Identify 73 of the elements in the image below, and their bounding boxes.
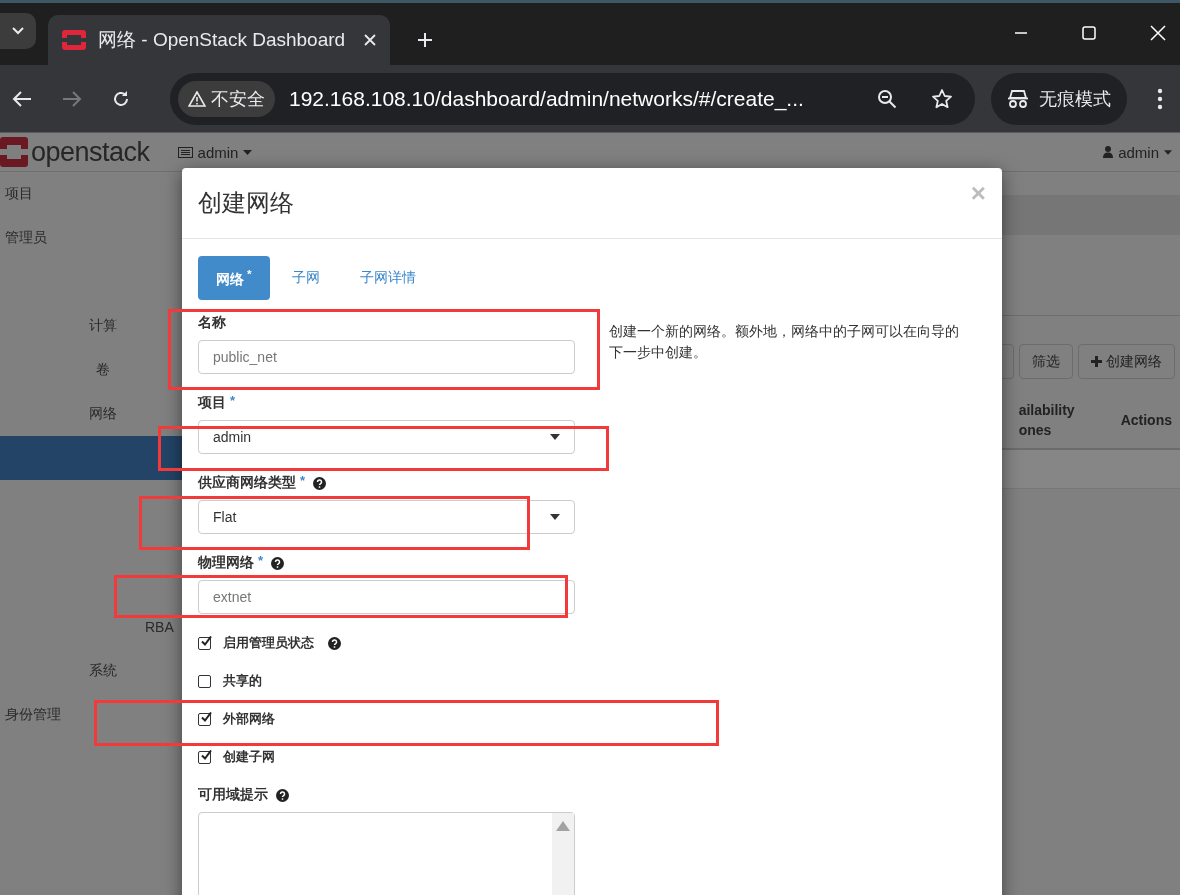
wizard-tab[interactable]: 网络 $^{*}$ [198, 256, 270, 300]
sidebar-item[interactable]: 身份管理 [5, 706, 61, 724]
incognito-icon [1007, 88, 1029, 109]
star-icon[interactable] [931, 87, 953, 110]
wizard-tab[interactable]: 子网 [273, 256, 338, 300]
field-label: 物理网络 [198, 554, 254, 572]
field-label: 供应商网络类型 [198, 474, 296, 492]
scrollbar[interactable] [552, 813, 574, 895]
sidebar-item[interactable]: 卷 [95, 361, 110, 379]
back-icon[interactable] [12, 89, 32, 108]
url-text: 192.168.108.10/dashboard/admin/networks/#/create_... [289, 86, 805, 111]
project-dropdown[interactable]: admin [177, 143, 253, 161]
chevron-down-icon [12, 27, 24, 35]
sidebar-item[interactable]: 项目 [5, 185, 33, 203]
help-icon[interactable] [276, 788, 289, 802]
user-dropdown[interactable]: admin [1103, 143, 1172, 161]
checkbox[interactable] [198, 636, 211, 650]
maximize-icon[interactable] [1082, 26, 1096, 40]
text-field[interactable]: extnet [198, 580, 575, 614]
forward-icon[interactable] [62, 89, 82, 108]
checkbox-label: 外部网络 [223, 710, 275, 728]
field-label: 项目 [198, 394, 226, 412]
sidebar-item[interactable]: 计算 [88, 317, 117, 335]
required-mark: * [230, 393, 236, 408]
list-icon [177, 146, 193, 158]
menu-icon[interactable] [1157, 87, 1163, 110]
profile-button[interactable]: 无痕模式 [991, 72, 1127, 125]
reload-icon[interactable] [112, 89, 130, 108]
text-field[interactable]: public_net [198, 340, 575, 374]
checkbox-label: 创建子网 [223, 748, 275, 766]
tab-list-button[interactable] [0, 13, 36, 49]
wizard-tab[interactable]: 子网详情 [341, 256, 434, 300]
help-icon[interactable] [313, 476, 327, 490]
caret-icon [550, 434, 560, 440]
select-field[interactable]: Flat [198, 500, 575, 534]
checkbox[interactable] [198, 750, 211, 764]
tab-title: 网络 - OpenStack Dashboard [98, 28, 347, 52]
sidebar-item[interactable]: 网络 [88, 405, 117, 423]
close-icon[interactable] [364, 34, 376, 46]
new-tab-icon[interactable] [417, 32, 433, 48]
security-label: 不安全 [211, 87, 265, 111]
address-bar[interactable]: 不安全 192.168.108.10/dashboard/admin/networks/#/create_... [170, 72, 975, 125]
checkbox-label: 共享的 [223, 672, 262, 690]
dialog-title: 创建网络 [198, 188, 294, 218]
plus-icon [1091, 356, 1102, 367]
help-icon[interactable] [271, 556, 285, 570]
column-header[interactable]: Actions [1120, 410, 1172, 430]
column-header[interactable]: ailability ones [1018, 400, 1075, 440]
caret-icon [550, 514, 560, 520]
required-mark: * [258, 553, 264, 568]
filter-button[interactable]: 筛选 [1019, 344, 1073, 379]
caret-icon [1164, 149, 1172, 155]
browser-tab[interactable]: 网络 - OpenStack Dashboard [48, 15, 390, 65]
openstack-icon [62, 30, 86, 50]
sidebar-item[interactable]: 系统 [88, 662, 117, 680]
checkbox[interactable] [198, 712, 211, 726]
field-label: 名称 [198, 314, 226, 332]
help-text: 创建一个新的网络。额外地，网络中的子网可以在向导的下一步中创建。 [609, 322, 960, 362]
checkbox[interactable] [198, 674, 211, 688]
logo-text: openstack [31, 136, 150, 168]
sidebar-item[interactable]: RBA [145, 619, 174, 635]
security-chip[interactable]: 不安全 [178, 80, 275, 117]
user-icon [1103, 146, 1114, 158]
zoom-icon[interactable] [877, 88, 897, 109]
help-icon[interactable] [328, 636, 341, 650]
checkbox-label: 启用管理员状态 [223, 634, 314, 652]
caret-icon [243, 149, 253, 155]
select-field[interactable]: admin [198, 420, 575, 454]
field-label: 可用域提示 [198, 786, 268, 804]
required-mark: * [300, 473, 306, 488]
sidebar-item[interactable]: 管理员 [5, 229, 47, 247]
create-network-button[interactable]: 创建网络 [1078, 344, 1175, 379]
warning-icon [188, 90, 206, 107]
